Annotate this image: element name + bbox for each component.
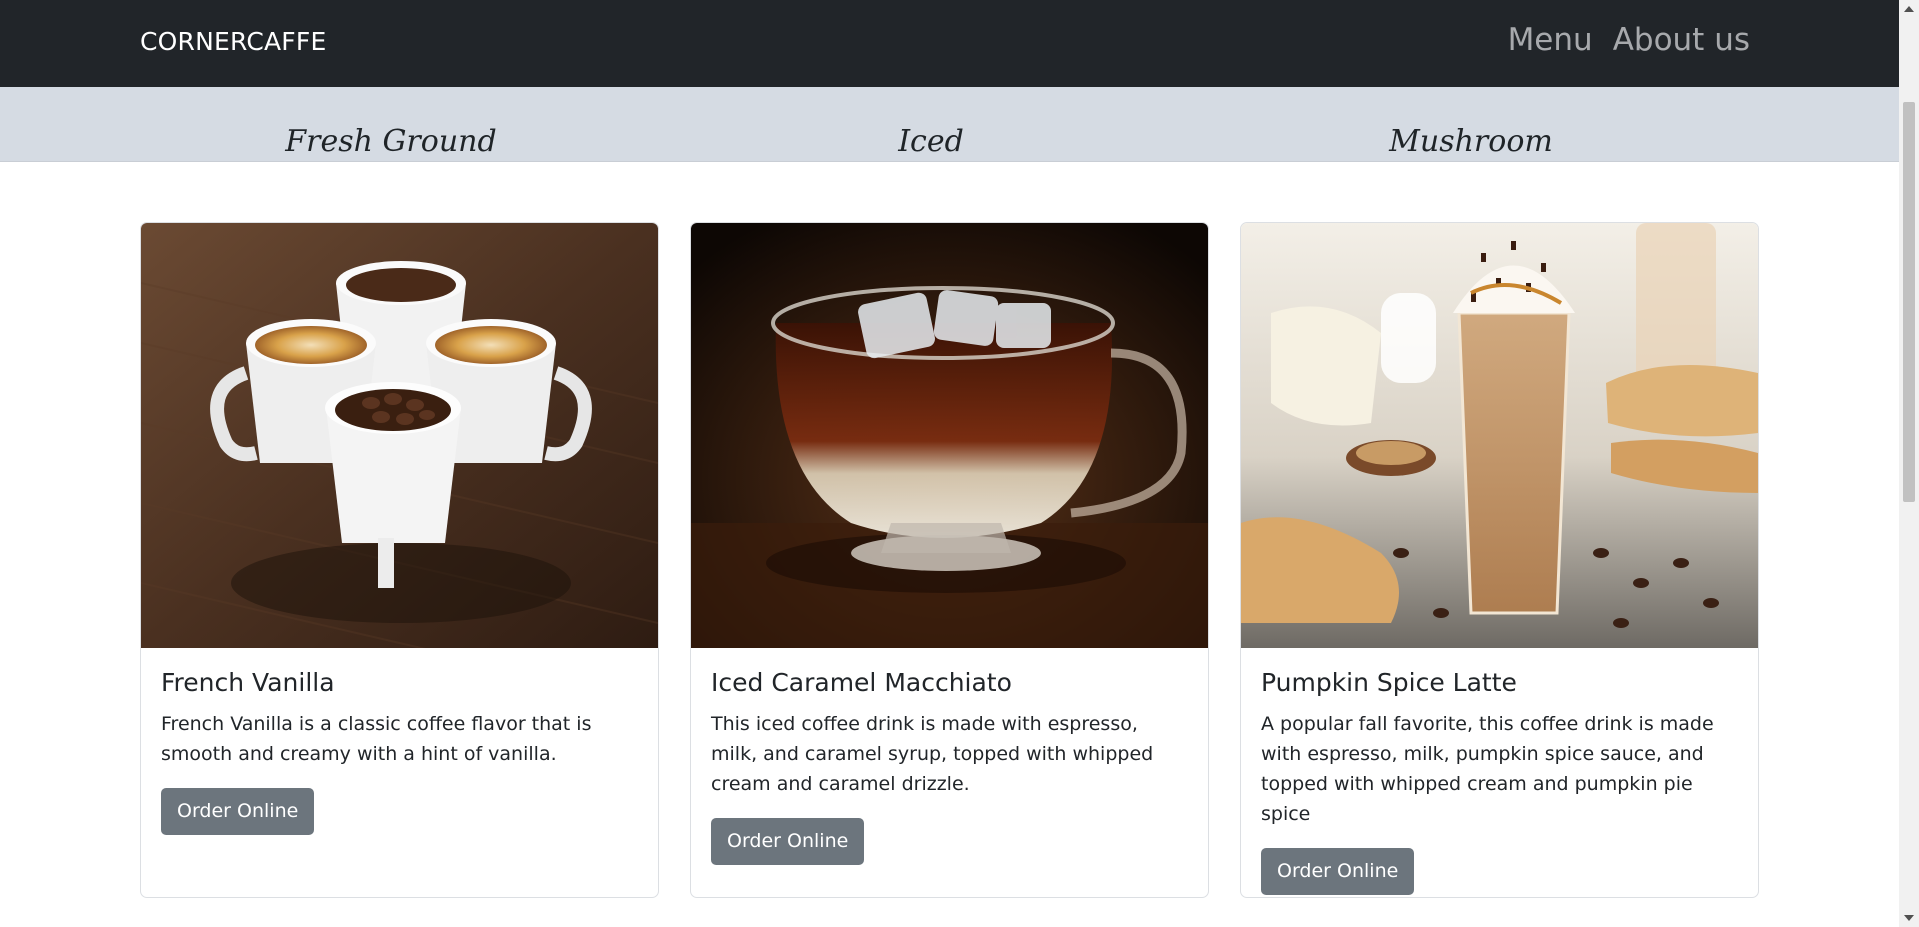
- category-iced: Iced: [898, 124, 964, 159]
- nav-link-about-us[interactable]: About us: [1613, 22, 1750, 58]
- coffee-cups-image: [141, 223, 658, 648]
- order-online-button[interactable]: Order Online: [161, 788, 315, 835]
- page: CORNERCAFFE Menu About us Fresh Ground I…: [0, 0, 1919, 927]
- scroll-thumb[interactable]: [1903, 102, 1915, 502]
- navbar: CORNERCAFFE Menu About us: [0, 0, 1899, 87]
- category-mushroom: Mushroom: [1389, 124, 1553, 159]
- card-title: Iced Caramel Macchiato: [711, 668, 1012, 697]
- card-title: Pumpkin Spice Latte: [1261, 668, 1517, 697]
- brand-logo[interactable]: CORNERCAFFE: [140, 27, 326, 56]
- product-card-pumpkin-spice-latte: Pumpkin Spice Latte A popular fall favor…: [1240, 222, 1759, 898]
- product-card-french-vanilla: French Vanilla French Vanilla is a class…: [140, 222, 659, 898]
- card-text: This iced coffee drink is made with espr…: [711, 713, 1154, 795]
- category-fresh-ground: Fresh Ground: [285, 124, 497, 159]
- card-title: French Vanilla: [161, 668, 335, 697]
- scroll-up-arrow-icon[interactable]: [1904, 6, 1914, 12]
- vertical-scrollbar[interactable]: [1899, 0, 1919, 927]
- order-online-button[interactable]: Order Online: [711, 818, 865, 865]
- pumpkin-latte-image: [1241, 223, 1758, 648]
- card-body: Iced Caramel Macchiato This iced coffee …: [691, 648, 1208, 865]
- nav-link-menu[interactable]: Menu: [1508, 22, 1593, 58]
- scroll-down-arrow-icon[interactable]: [1904, 915, 1914, 921]
- category-band: Fresh Ground Iced Mushroom: [0, 87, 1899, 162]
- iced-coffee-image: [691, 223, 1208, 648]
- card-text: A popular fall favorite, this coffee dri…: [1261, 713, 1714, 825]
- product-card-iced-caramel-macchiato: Iced Caramel Macchiato This iced coffee …: [690, 222, 1209, 898]
- order-online-button[interactable]: Order Online: [1261, 848, 1415, 895]
- card-body: Pumpkin Spice Latte A popular fall favor…: [1241, 648, 1758, 895]
- card-text: French Vanilla is a classic coffee flavo…: [161, 713, 592, 765]
- card-body: French Vanilla French Vanilla is a class…: [141, 648, 658, 835]
- nav-links: Menu About us: [1508, 22, 1750, 58]
